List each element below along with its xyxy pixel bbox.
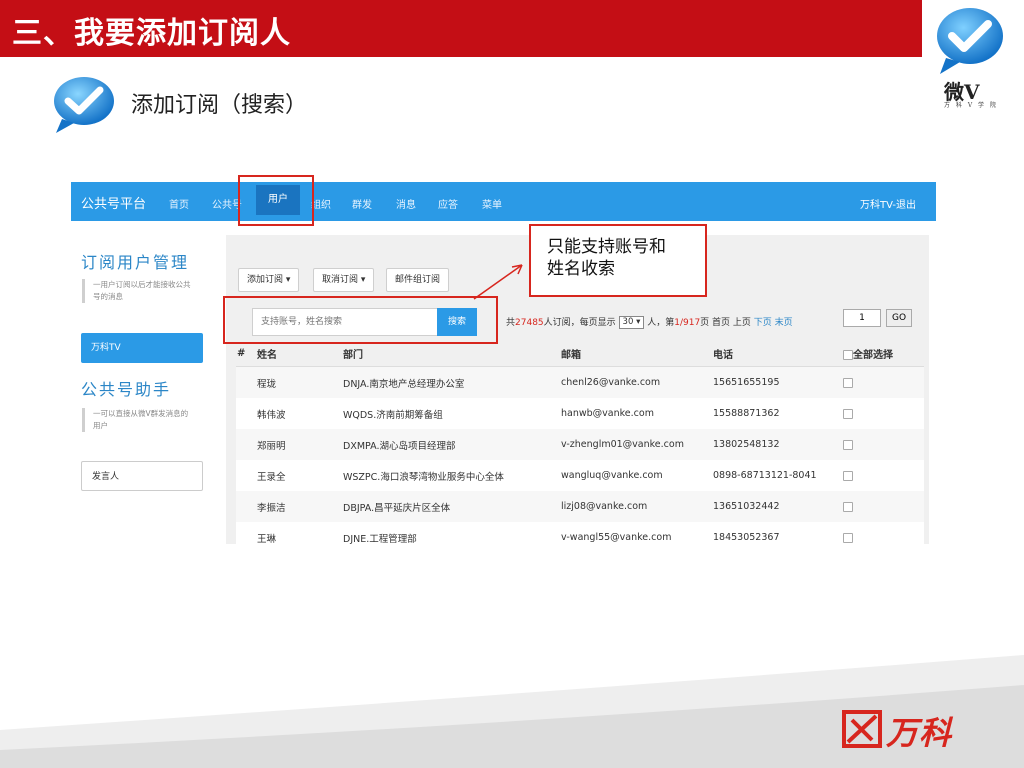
col-email: 邮箱 xyxy=(560,340,712,367)
next-page-link[interactable]: 下页 xyxy=(754,318,772,328)
add-subscription-button[interactable]: 添加订阅 ▾ xyxy=(238,268,300,292)
cell-dept: WQDS.济南前期筹备组 xyxy=(342,398,560,429)
row-checkbox[interactable] xyxy=(843,470,853,481)
vanke-logo-icon xyxy=(842,710,882,748)
cell-email: v-zhenglm01@vanke.com xyxy=(560,429,712,460)
cell-dept: DNJA.南京地产总经理办公室 xyxy=(342,366,560,398)
cell-phone: 0898-68713121-8041 xyxy=(712,460,842,491)
nav-item-organization[interactable]: 组织 xyxy=(311,196,331,211)
cell-phone: 15588871362 xyxy=(712,398,842,429)
mail-group-subscription-button[interactable]: 邮件组订阅 xyxy=(386,268,450,292)
callout-line-1: 只能支持账号和 xyxy=(547,237,666,257)
cell-name: 王琳 xyxy=(256,522,342,553)
nav-item-home[interactable]: 首页 xyxy=(169,196,189,211)
pagination-info: 共27485人订阅，每页显示 30 ▾ 人，第1/917页 首页 上页 下页 末… xyxy=(506,315,793,329)
select-all-label: 全部选择 xyxy=(853,349,893,361)
total-count: 27485 xyxy=(515,318,544,328)
sidebar-desc-assistant: 一可以直接从微V群发消息的用户 xyxy=(82,408,193,432)
row-checkbox[interactable] xyxy=(843,501,853,512)
cell-dept: DJNE.工程管理部 xyxy=(342,522,560,553)
cell-dept: WSZPC.海口浪琴湾物业服务中心全体 xyxy=(342,460,560,491)
cell-email: v-wangl55@vanke.com xyxy=(560,522,712,553)
slide-subtitle: 添加订阅（搜索） xyxy=(131,93,308,118)
highlight-search-box xyxy=(223,296,498,344)
slide-title: 三、我要添加订阅人 xyxy=(12,16,291,51)
sidebar-title-assistant: 公共号助手 xyxy=(81,380,172,399)
table-row[interactable]: 郑丽明 DXMPA.湖心岛项目经理部 v-zhenglm01@vanke.com… xyxy=(236,429,924,460)
caret-down-icon: ▾ xyxy=(360,275,366,285)
cell-phone: 15651655195 xyxy=(712,366,842,398)
cell-dept: DXMPA.湖心岛项目经理部 xyxy=(342,429,560,460)
go-button[interactable]: GO xyxy=(886,309,912,327)
caret-down-icon: ▾ xyxy=(285,275,291,285)
nav-item-broadcast[interactable]: 群发 xyxy=(352,196,372,211)
cell-email: lizj08@vanke.com xyxy=(560,491,712,522)
table-row[interactable]: 韩伟波 WQDS.济南前期筹备组 hanwb@vanke.com 1558887… xyxy=(236,398,924,429)
platform-brand[interactable]: 公共号平台 xyxy=(81,193,146,212)
sidebar-title-subscribers: 订阅用户管理 xyxy=(81,253,190,272)
row-checkbox[interactable] xyxy=(843,377,853,388)
row-checkbox[interactable] xyxy=(843,532,853,543)
cell-phone: 13802548132 xyxy=(712,429,842,460)
sidebar-desc-subscribers: 一用户订阅以后才能接收公共号的消息 xyxy=(82,279,193,303)
cell-email: wangluq@vanke.com xyxy=(560,460,712,491)
pager-prefix: 共 xyxy=(506,318,516,328)
pager-text-1: 人订阅，每页显示 xyxy=(543,318,616,328)
sidebar-item-spokesperson[interactable]: 发言人 xyxy=(81,461,203,491)
col-select-all[interactable]: 全部选择 xyxy=(842,340,924,367)
table-row[interactable]: 李振洁 DBJPA.昌平延庆片区全体 lizj08@vanke.com 1365… xyxy=(236,491,924,522)
cell-dept: DBJPA.昌平延庆片区全体 xyxy=(342,491,560,522)
weiv-brand-subtext: 万 科 V 学 院 xyxy=(944,102,998,109)
highlight-users-nav xyxy=(238,175,314,226)
per-page-select[interactable]: 30 ▾ xyxy=(618,316,645,329)
table-row[interactable]: 王录全 WSZPC.海口浪琴湾物业服务中心全体 wangluq@vanke.co… xyxy=(236,460,924,491)
callout-note: 只能支持账号和 姓名收索 xyxy=(529,224,707,297)
table-row[interactable]: 王琳 DJNE.工程管理部 v-wangl55@vanke.com 184530… xyxy=(236,522,924,553)
cancel-subscription-label: 取消订阅 xyxy=(322,275,359,285)
select-all-checkbox[interactable] xyxy=(843,350,853,360)
nav-item-messages[interactable]: 消息 xyxy=(396,196,416,211)
slide-title-bar: 三、我要添加订阅人 xyxy=(0,0,922,57)
cell-email: hanwb@vanke.com xyxy=(560,398,712,429)
sidebar-item-vanke-tv[interactable]: 万科TV xyxy=(81,333,203,363)
cell-phone: 13651032442 xyxy=(712,491,842,522)
cancel-subscription-button[interactable]: 取消订阅 ▾ xyxy=(313,268,375,292)
cell-name: 王录全 xyxy=(256,460,342,491)
cell-name: 程珑 xyxy=(256,366,342,398)
pager-text-3[interactable]: 页 首页 上页 xyxy=(700,318,751,328)
vanke-brand-text: 万科 xyxy=(886,714,953,752)
table-row[interactable]: 程珑 DNJA.南京地产总经理办公室 chenl26@vanke.com 156… xyxy=(236,366,924,398)
per-page-value: 30 xyxy=(622,317,634,327)
cell-name: 韩伟波 xyxy=(256,398,342,429)
cell-phone: 18453052367 xyxy=(712,522,842,553)
nav-item-reply[interactable]: 应答 xyxy=(438,196,458,211)
app-screenshot: 公共号平台 首页 公共号 用户 组织 群发 消息 应答 菜单 万科TV-退出 订… xyxy=(71,182,936,553)
add-subscription-label: 添加订阅 xyxy=(247,275,284,285)
callout-line-2: 姓名收索 xyxy=(547,259,615,279)
pager-text-2: 人，第 xyxy=(647,318,675,328)
page-number-input[interactable]: 1 xyxy=(843,309,881,327)
row-checkbox[interactable] xyxy=(843,408,853,419)
row-checkbox[interactable] xyxy=(843,439,853,450)
last-page-link[interactable]: 末页 xyxy=(775,318,793,328)
subscriber-table: # 姓名 部门 邮箱 电话 全部选择 程珑 DNJA.南京地产总经理办公室 ch… xyxy=(236,340,924,553)
logout-link[interactable]: 万科TV-退出 xyxy=(860,196,916,211)
top-nav: 公共号平台 首页 公共号 用户 组织 群发 消息 应答 菜单 万科TV-退出 xyxy=(71,182,936,221)
nav-item-menu[interactable]: 菜单 xyxy=(482,196,502,211)
cell-email: chenl26@vanke.com xyxy=(560,366,712,398)
cell-name: 李振洁 xyxy=(256,491,342,522)
cell-name: 郑丽明 xyxy=(256,429,342,460)
check-bubble-icon xyxy=(54,77,114,133)
col-phone: 电话 xyxy=(712,340,842,367)
page-indicator: 1/917 xyxy=(674,318,701,328)
